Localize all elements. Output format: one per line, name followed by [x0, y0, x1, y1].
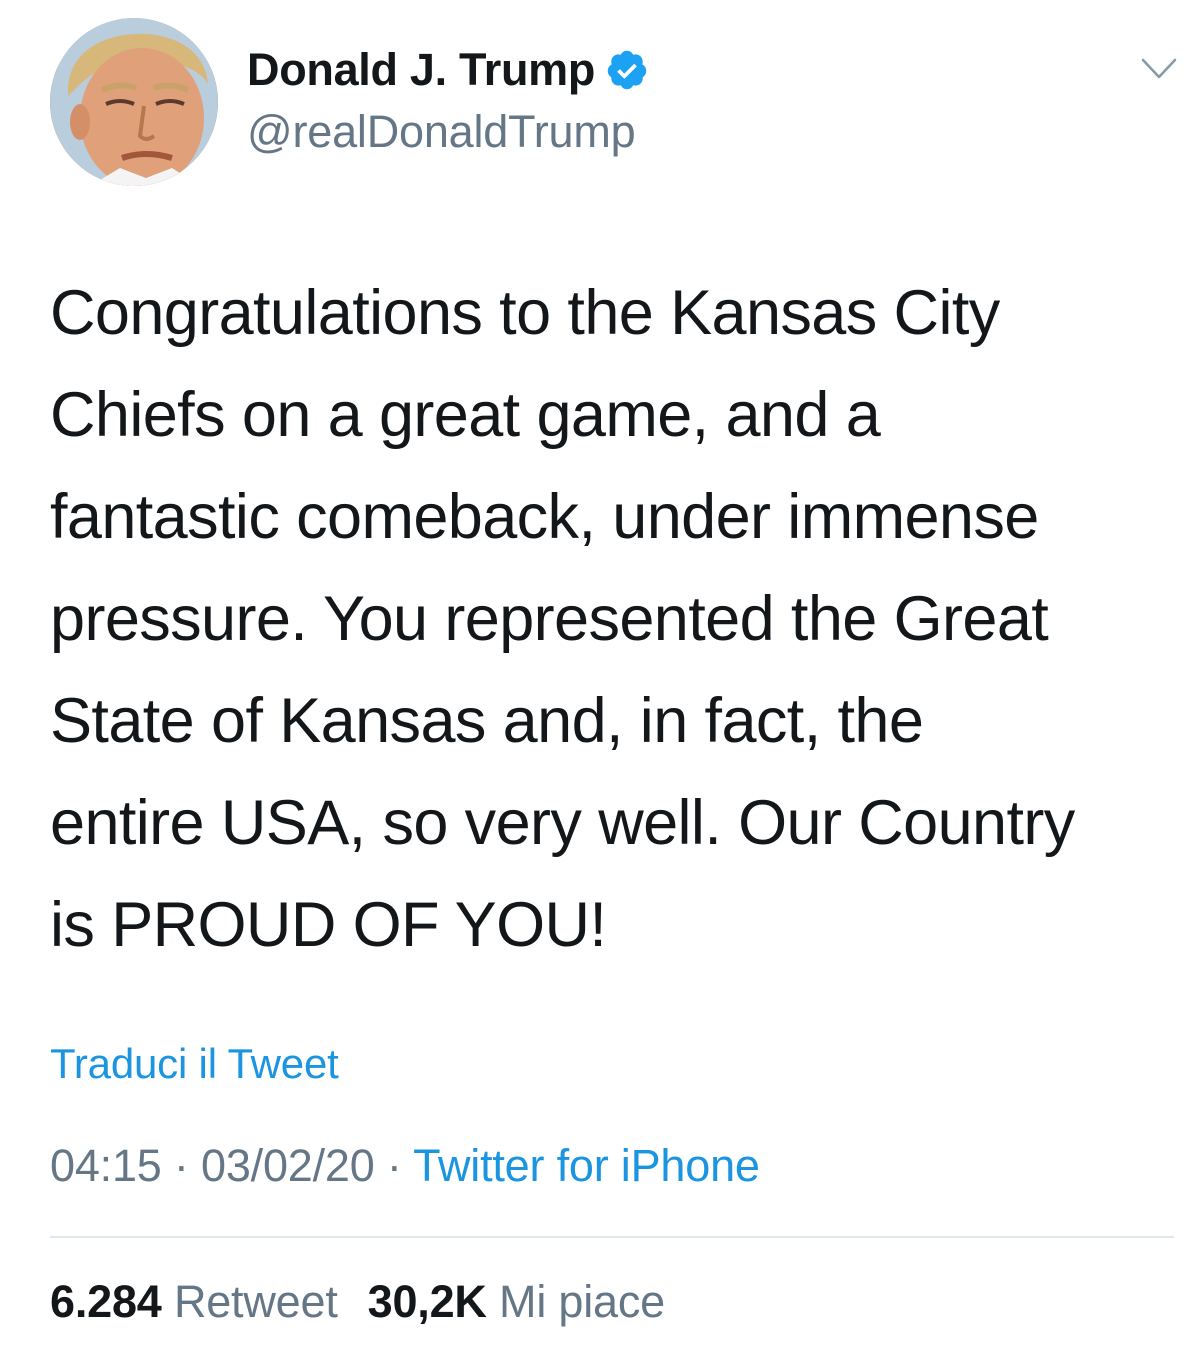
- tweet-stats: 6.284 Retweet 30,2K Mi piace: [50, 1276, 695, 1328]
- meta-separator: ·: [374, 1140, 414, 1191]
- tweet-source-link[interactable]: Twitter for iPhone: [413, 1140, 760, 1191]
- tweet-text-line: pressure. You represented the Great: [50, 584, 1049, 654]
- likes-stat[interactable]: 30,2K Mi piace: [367, 1276, 666, 1328]
- translate-tweet-link[interactable]: Traduci il Tweet: [50, 1040, 339, 1088]
- profile-photo-icon: [50, 18, 218, 186]
- tweet-text-line: fantastic comeback, under immense: [50, 482, 1039, 552]
- tweet-text-line: Congratulations to the Kansas City: [50, 278, 1000, 348]
- likes-count: 30,2K: [367, 1276, 487, 1327]
- tweet-text-line: entire USA, so very well. Our Country: [50, 788, 1075, 858]
- tweet-text-line: State of Kansas and, in fact, the: [50, 686, 924, 756]
- user-handle[interactable]: @realDonaldTrump: [247, 106, 649, 158]
- retweets-count: 6.284: [50, 1276, 162, 1327]
- avatar[interactable]: [50, 18, 218, 186]
- tweet-text-line: is PROUD OF YOU!: [50, 890, 607, 960]
- display-name[interactable]: Donald J. Trump: [247, 44, 595, 96]
- likes-label: Mi piace: [499, 1276, 665, 1327]
- tweet-card: Donald J. Trump @realDonaldTrump Congrat…: [0, 0, 1200, 1348]
- tweet-meta: 04:15 · 03/02/20 · Twitter for iPhone: [50, 1140, 760, 1192]
- name-row: Donald J. Trump: [247, 38, 649, 102]
- tweet-time[interactable]: 04:15: [50, 1140, 162, 1191]
- tweet-date[interactable]: 03/02/20: [201, 1140, 375, 1191]
- author-header: Donald J. Trump @realDonaldTrump: [247, 38, 649, 158]
- divider: [50, 1236, 1174, 1238]
- retweets-label: Retweet: [173, 1276, 338, 1327]
- chevron-down-icon[interactable]: [1140, 56, 1178, 82]
- meta-separator: ·: [161, 1140, 202, 1191]
- retweets-stat[interactable]: 6.284 Retweet: [50, 1276, 338, 1328]
- tweet-text-line: Chiefs on a great game, and a: [50, 380, 881, 450]
- verified-badge-icon: [605, 48, 649, 92]
- tweet-text: Congratulations to the Kansas City Chief…: [50, 262, 1170, 976]
